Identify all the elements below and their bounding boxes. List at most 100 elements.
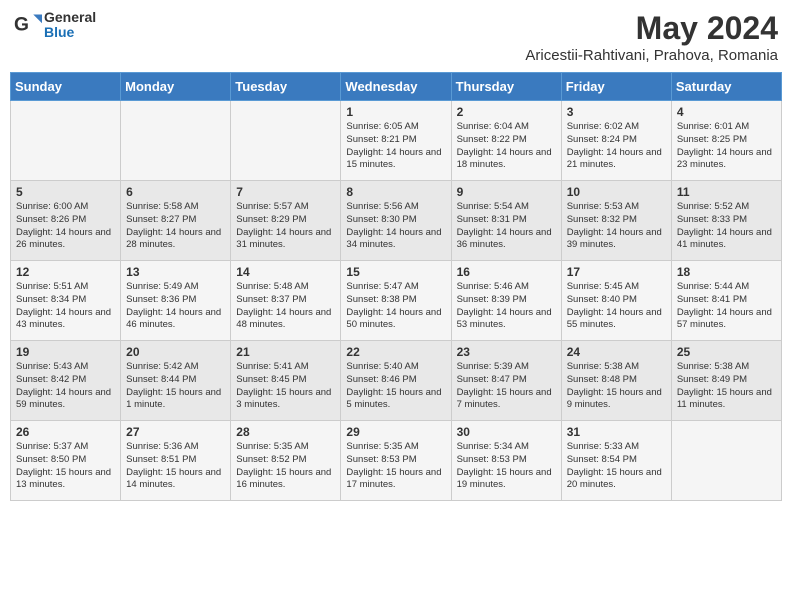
logo-line2: Blue <box>44 25 96 40</box>
calendar-day-cell: 5 Sunrise: 6:00 AMSunset: 8:26 PMDaylight… <box>11 181 121 261</box>
day-number: 5 <box>16 185 115 199</box>
calendar-day-cell: 14Sunrise: 5:48 AMSunset: 8:37 PMDayligh… <box>231 261 341 341</box>
day-number: 9 <box>457 185 556 199</box>
calendar-day-cell: 29 Sunrise: 5:35 AMSunset: 8:53 PMDayligh… <box>341 421 451 501</box>
day-number: 25 <box>677 345 776 359</box>
day-info: Sunrise: 5:35 AMSunset: 8:53 PMDaylight:… <box>346 441 445 492</box>
day-number: 4 <box>677 105 776 119</box>
day-info: Sunrise: 6:04 AMSunset: 8:22 PMDaylight:… <box>457 121 556 172</box>
day-of-week-header: Wednesday <box>341 73 451 101</box>
day-number: 20 <box>126 345 225 359</box>
calendar-day-cell: 25 Sunrise: 5:38 AMSunset: 8:49 PMDayligh… <box>671 341 781 421</box>
day-number: 31 <box>567 425 666 439</box>
day-info: Sunrise: 5:49 AMSunset: 8:36 PMDaylight:… <box>126 281 225 332</box>
calendar-day-cell: 12 Sunrise: 5:51 AMSunset: 8:34 PMDayligh… <box>11 261 121 341</box>
day-info: Sunrise: 5:38 AMSunset: 8:48 PMDaylight:… <box>567 361 666 412</box>
calendar-day-cell: 11 Sunrise: 5:52 AMSunset: 8:33 PMDayligh… <box>671 181 781 261</box>
day-number: 21 <box>236 345 335 359</box>
calendar-week-row: 5 Sunrise: 6:00 AMSunset: 8:26 PMDaylight… <box>11 181 782 261</box>
calendar-week-row: 1 Sunrise: 6:05 AMSunset: 8:21 PMDaylight… <box>11 101 782 181</box>
calendar-day-cell: 3 Sunrise: 6:02 AMSunset: 8:24 PMDaylight… <box>561 101 671 181</box>
day-of-week-header: Sunday <box>11 73 121 101</box>
logo-text: General Blue <box>44 10 96 41</box>
calendar-day-cell: 24 Sunrise: 5:38 AMSunset: 8:48 PMDayligh… <box>561 341 671 421</box>
day-info: Sunrise: 5:58 AMSunset: 8:27 PMDaylight:… <box>126 201 225 252</box>
day-info: Sunrise: 5:53 AMSunset: 8:32 PMDaylight:… <box>567 201 666 252</box>
calendar-day-cell <box>121 101 231 181</box>
day-number: 27 <box>126 425 225 439</box>
calendar-day-cell: 26 Sunrise: 5:37 AMSunset: 8:50 PMDayligh… <box>11 421 121 501</box>
day-info: Sunrise: 5:48 AMSunset: 8:37 PMDaylight:… <box>236 281 335 332</box>
day-info: Sunrise: 5:34 AMSunset: 8:53 PMDaylight:… <box>457 441 556 492</box>
logo-icon: G <box>14 11 42 39</box>
day-info: Sunrise: 6:05 AMSunset: 8:21 PMDaylight:… <box>346 121 445 172</box>
calendar-day-cell: 20 Sunrise: 5:42 AMSunset: 8:44 PMDayligh… <box>121 341 231 421</box>
calendar-day-cell: 19 Sunrise: 5:43 AMSunset: 8:42 PMDayligh… <box>11 341 121 421</box>
day-number: 28 <box>236 425 335 439</box>
day-info: Sunrise: 5:42 AMSunset: 8:44 PMDaylight:… <box>126 361 225 412</box>
calendar-day-cell <box>11 101 121 181</box>
day-info: Sunrise: 5:33 AMSunset: 8:54 PMDaylight:… <box>567 441 666 492</box>
logo: G General Blue <box>14 10 96 41</box>
day-info: Sunrise: 6:00 AMSunset: 8:26 PMDaylight:… <box>16 201 115 252</box>
day-info: Sunrise: 5:47 AMSunset: 8:38 PMDaylight:… <box>346 281 445 332</box>
day-number: 24 <box>567 345 666 359</box>
calendar-day-cell: 15Sunrise: 5:47 AMSunset: 8:38 PMDayligh… <box>341 261 451 341</box>
day-of-week-header: Friday <box>561 73 671 101</box>
calendar-day-cell: 7Sunrise: 5:57 AMSunset: 8:29 PMDaylight… <box>231 181 341 261</box>
day-info: Sunrise: 5:45 AMSunset: 8:40 PMDaylight:… <box>567 281 666 332</box>
day-info: Sunrise: 5:40 AMSunset: 8:46 PMDaylight:… <box>346 361 445 412</box>
calendar-day-cell: 23Sunrise: 5:39 AMSunset: 8:47 PMDayligh… <box>451 341 561 421</box>
day-info: Sunrise: 5:38 AMSunset: 8:49 PMDaylight:… <box>677 361 776 412</box>
calendar-day-cell: 22 Sunrise: 5:40 AMSunset: 8:46 PMDayligh… <box>341 341 451 421</box>
day-number: 13 <box>126 265 225 279</box>
calendar-day-cell: 27 Sunrise: 5:36 AMSunset: 8:51 PMDayligh… <box>121 421 231 501</box>
day-info: Sunrise: 5:44 AMSunset: 8:41 PMDaylight:… <box>677 281 776 332</box>
day-number: 19 <box>16 345 115 359</box>
day-info: Sunrise: 5:46 AMSunset: 8:39 PMDaylight:… <box>457 281 556 332</box>
day-info: Sunrise: 5:51 AMSunset: 8:34 PMDaylight:… <box>16 281 115 332</box>
day-info: Sunrise: 5:56 AMSunset: 8:30 PMDaylight:… <box>346 201 445 252</box>
logo-line1: General <box>44 10 96 25</box>
calendar-day-cell: 8 Sunrise: 5:56 AMSunset: 8:30 PMDaylight… <box>341 181 451 261</box>
day-number: 2 <box>457 105 556 119</box>
calendar-day-cell: 31 Sunrise: 5:33 AMSunset: 8:54 PMDayligh… <box>561 421 671 501</box>
page-header: G General Blue May 2024 Aricestii-Rahtiv… <box>10 10 782 64</box>
day-number: 17 <box>567 265 666 279</box>
calendar-day-cell: 21Sunrise: 5:41 AMSunset: 8:45 PMDayligh… <box>231 341 341 421</box>
day-number: 26 <box>16 425 115 439</box>
calendar-day-cell: 17 Sunrise: 5:45 AMSunset: 8:40 PMDayligh… <box>561 261 671 341</box>
day-number: 29 <box>346 425 445 439</box>
calendar-day-cell: 16Sunrise: 5:46 AMSunset: 8:39 PMDayligh… <box>451 261 561 341</box>
day-number: 22 <box>346 345 445 359</box>
calendar-day-cell: 2 Sunrise: 6:04 AMSunset: 8:22 PMDaylight… <box>451 101 561 181</box>
day-number: 8 <box>346 185 445 199</box>
calendar-day-cell <box>231 101 341 181</box>
calendar-day-cell: 4 Sunrise: 6:01 AMSunset: 8:25 PMDaylight… <box>671 101 781 181</box>
location-subtitle: Aricestii-Rahtivani, Prahova, Romania <box>525 47 778 64</box>
calendar-day-cell: 28 Sunrise: 5:35 AMSunset: 8:52 PMDayligh… <box>231 421 341 501</box>
calendar-day-cell: 9Sunrise: 5:54 AMSunset: 8:31 PMDaylight… <box>451 181 561 261</box>
day-of-week-header: Saturday <box>671 73 781 101</box>
day-info: Sunrise: 5:52 AMSunset: 8:33 PMDaylight:… <box>677 201 776 252</box>
day-info: Sunrise: 5:36 AMSunset: 8:51 PMDaylight:… <box>126 441 225 492</box>
day-number: 11 <box>677 185 776 199</box>
day-info: Sunrise: 6:02 AMSunset: 8:24 PMDaylight:… <box>567 121 666 172</box>
day-info: Sunrise: 5:43 AMSunset: 8:42 PMDaylight:… <box>16 361 115 412</box>
day-info: Sunrise: 6:01 AMSunset: 8:25 PMDaylight:… <box>677 121 776 172</box>
day-number: 1 <box>346 105 445 119</box>
calendar-table: SundayMondayTuesdayWednesdayThursdayFrid… <box>10 72 782 501</box>
day-info: Sunrise: 5:37 AMSunset: 8:50 PMDaylight:… <box>16 441 115 492</box>
calendar-day-cell: 30Sunrise: 5:34 AMSunset: 8:53 PMDayligh… <box>451 421 561 501</box>
calendar-week-row: 26 Sunrise: 5:37 AMSunset: 8:50 PMDayligh… <box>11 421 782 501</box>
calendar-week-row: 12 Sunrise: 5:51 AMSunset: 8:34 PMDayligh… <box>11 261 782 341</box>
day-number: 12 <box>16 265 115 279</box>
day-of-week-header: Monday <box>121 73 231 101</box>
calendar-day-cell <box>671 421 781 501</box>
day-number: 3 <box>567 105 666 119</box>
calendar-day-cell: 10 Sunrise: 5:53 AMSunset: 8:32 PMDayligh… <box>561 181 671 261</box>
svg-text:G: G <box>14 15 29 36</box>
day-info: Sunrise: 5:39 AMSunset: 8:47 PMDaylight:… <box>457 361 556 412</box>
day-number: 10 <box>567 185 666 199</box>
day-info: Sunrise: 5:35 AMSunset: 8:52 PMDaylight:… <box>236 441 335 492</box>
